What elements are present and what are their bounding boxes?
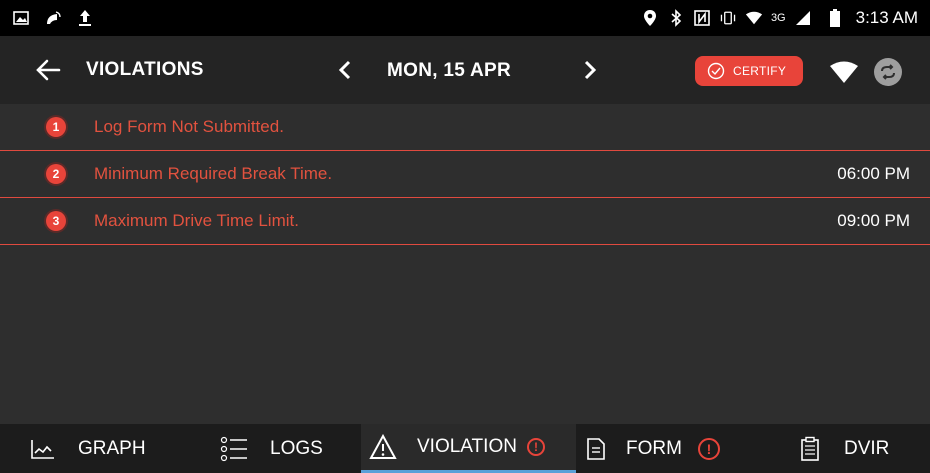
vibrate-icon: [719, 9, 737, 27]
tab-violation[interactable]: VIOLATION !: [361, 424, 576, 473]
violation-time: 06:00 PM: [837, 164, 910, 183]
violation-number-badge: 1: [46, 117, 66, 137]
clipboard-icon: [801, 436, 819, 461]
violation-description: Maximum Drive Time Limit.: [94, 211, 299, 230]
wifi-icon: [745, 9, 763, 27]
status-bar: 3G 3:13 AM: [0, 0, 930, 36]
violation-number-badge: 2: [46, 164, 66, 184]
tab-form[interactable]: FORM !: [586, 424, 756, 473]
sync-icon[interactable]: [874, 58, 902, 86]
bottom-tab-bar: GRAPH LOGS VIOLATION ! FORM ! DVIR: [0, 424, 930, 473]
alert-icon: !: [697, 437, 720, 460]
certify-label: CERTIFY: [733, 64, 787, 78]
bluetooth-icon: [667, 9, 685, 27]
nfc-icon: [693, 9, 711, 27]
tab-logs[interactable]: LOGS: [220, 424, 350, 473]
violation-description: Log Form Not Submitted.: [94, 117, 284, 136]
violation-description: Minimum Required Break Time.: [94, 164, 333, 183]
violations-list: 1 Log Form Not Submitted. 2 Minimum Requ…: [0, 104, 930, 245]
check-circle-icon: [707, 62, 725, 80]
tab-graph-label: GRAPH: [78, 437, 146, 459]
violation-row[interactable]: 2 Minimum Required Break Time. 06:00 PM: [0, 151, 930, 198]
document-icon: [587, 437, 605, 460]
arrow-left-icon: [36, 59, 61, 81]
previous-day-button[interactable]: [330, 50, 360, 90]
page-title: VIOLATIONS: [86, 59, 204, 80]
tab-form-label: FORM: [626, 437, 682, 459]
tab-dvir-label: DVIR: [844, 437, 890, 459]
violation-time: 09:00 PM: [837, 211, 910, 230]
violation-row[interactable]: 1 Log Form Not Submitted.: [0, 104, 930, 151]
wifi-connection-icon: [828, 58, 860, 86]
image-icon: [12, 9, 30, 27]
tab-violation-label: VIOLATION: [417, 436, 517, 457]
location-icon: [641, 9, 659, 27]
network-type-label: 3G: [770, 12, 786, 24]
graph-icon: [31, 439, 54, 459]
upload-icon: [76, 9, 94, 27]
violation-row[interactable]: 3 Maximum Drive Time Limit. 09:00 PM: [0, 198, 930, 245]
warning-icon: [369, 434, 397, 459]
cast-icon: [44, 9, 62, 27]
violation-number-badge: 3: [46, 211, 66, 231]
clock: 3:13 AM: [855, 8, 918, 27]
tab-logs-label: LOGS: [270, 437, 323, 459]
toolbar: VIOLATIONS MON, 15 APR CERTIFY: [0, 36, 930, 104]
tab-dvir[interactable]: DVIR: [800, 424, 910, 473]
tab-graph[interactable]: GRAPH: [30, 424, 190, 473]
back-button[interactable]: [28, 50, 68, 90]
alert-icon: !: [526, 438, 545, 456]
chevron-right-icon: [584, 60, 597, 80]
chevron-left-icon: [338, 60, 351, 80]
list-icon: [220, 436, 247, 461]
current-date: MON, 15 APR: [387, 60, 512, 81]
next-day-button[interactable]: [575, 50, 605, 90]
battery-icon: [826, 9, 844, 27]
certify-button[interactable]: CERTIFY: [695, 56, 803, 86]
signal-icon: [794, 9, 812, 27]
